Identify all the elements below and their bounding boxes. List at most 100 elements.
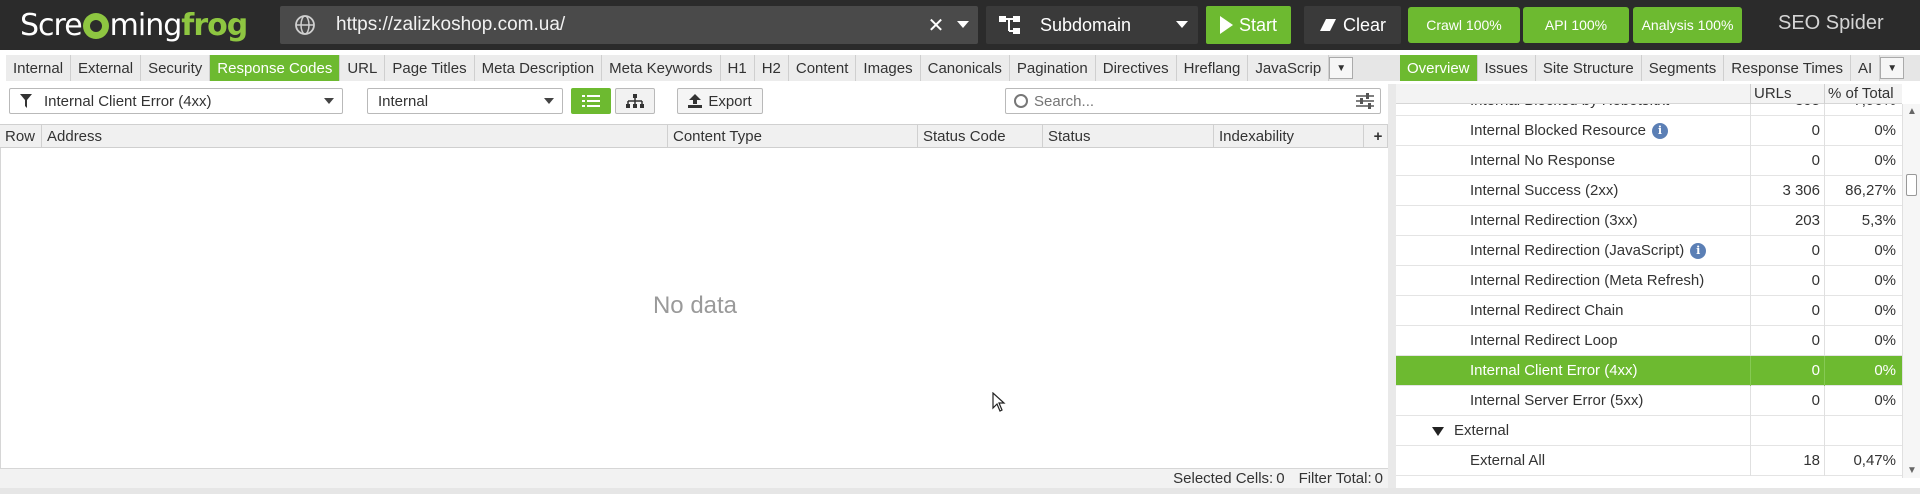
crawl-mode-select[interactable]: Subdomain xyxy=(986,6,1198,44)
tab-h1[interactable]: H1 xyxy=(720,55,755,81)
tab-content[interactable]: Content xyxy=(788,55,857,81)
column-divider xyxy=(1824,416,1825,446)
logo-text: ming xyxy=(109,7,183,43)
export-icon xyxy=(688,94,703,108)
overview-row[interactable]: Internal Blocked by Robots.txt 305 7,96% xyxy=(1396,104,1902,116)
overview-tree: Internal Blocked by Robots.txt3057,96%In… xyxy=(1396,104,1902,478)
tab-site-structure[interactable]: Site Structure xyxy=(1535,55,1642,81)
column-header[interactable]: Status Code xyxy=(918,125,1043,147)
scope-dropdown[interactable]: Internal xyxy=(367,88,563,114)
search-input[interactable] xyxy=(1034,92,1356,110)
chevron-down-icon xyxy=(1176,21,1188,28)
tab-issues[interactable]: Issues xyxy=(1477,55,1536,81)
overview-row[interactable]: Internal Success (2xx) 3 306 86,27% xyxy=(1396,176,1902,206)
tab-meta-description[interactable]: Meta Description xyxy=(474,55,603,81)
overview-row[interactable]: Internal Redirect Loop 0 0% xyxy=(1396,326,1902,356)
bottom-border xyxy=(0,488,1920,494)
row-percent: 0% xyxy=(1874,332,1896,349)
row-urls-count: 0 xyxy=(1811,152,1820,169)
tab-segments[interactable]: Segments xyxy=(1641,55,1725,81)
overview-row[interactable]: Internal Redirect Chain 0 0% xyxy=(1396,296,1902,326)
search-options-icon[interactable] xyxy=(1356,93,1374,109)
tab-javascrip[interactable]: JavaScrip xyxy=(1248,55,1330,81)
mouse-pointer-icon xyxy=(992,392,1006,412)
clear-url-icon[interactable]: ✕ xyxy=(924,13,948,38)
overview-row-label: Internal Blocked by Robots.txt xyxy=(1470,104,1669,109)
url-history-dropdown[interactable] xyxy=(948,6,978,44)
info-icon[interactable]: i xyxy=(1690,242,1707,259)
top-toolbar: Scre ming frog https://zalizkoshop.com.ua/… xyxy=(0,0,1920,50)
percent-column-header[interactable]: % of Total xyxy=(1828,85,1894,102)
overview-row-label: External xyxy=(1454,422,1509,439)
url-input[interactable]: https://zalizkoshop.com.ua/ xyxy=(336,14,924,36)
overview-scrollbar[interactable]: ▲ ▼ xyxy=(1902,104,1920,478)
overview-row[interactable]: Internal Server Error (5xx) 0 0% xyxy=(1396,386,1902,416)
export-button[interactable]: Export xyxy=(677,88,763,114)
column-header[interactable]: Content Type xyxy=(668,125,918,147)
tab-pagination[interactable]: Pagination xyxy=(1009,55,1096,81)
tab-h2[interactable]: H2 xyxy=(754,55,789,81)
tab-url[interactable]: URL xyxy=(340,55,386,81)
tab-response-times[interactable]: Response Times xyxy=(1724,55,1852,81)
add-column-button[interactable]: + xyxy=(1364,125,1388,147)
tab-response-codes[interactable]: Response Codes xyxy=(210,55,341,81)
overview-row[interactable]: Internal Client Error (4xx) 0 0% xyxy=(1396,356,1902,386)
tab-images[interactable]: Images xyxy=(856,55,921,81)
row-urls-count: 0 xyxy=(1811,392,1820,409)
empty-message: No data xyxy=(652,292,738,319)
right-tab-bar: Overview Issues Site Structure Segments Resp… xyxy=(1400,55,1920,81)
scroll-up-icon[interactable]: ▲ xyxy=(1907,106,1917,117)
row-urls-count: 0 xyxy=(1811,302,1820,319)
tab-internal[interactable]: Internal xyxy=(6,55,72,81)
tab-ai[interactable]: AI xyxy=(1851,55,1881,81)
overview-row[interactable]: Internal Blocked Resource i 0 0% xyxy=(1396,116,1902,146)
tab-meta-keywords[interactable]: Meta Keywords xyxy=(602,55,721,81)
row-label-text: External All xyxy=(1470,452,1546,469)
row-label-text: Internal Redirect Chain xyxy=(1470,302,1624,319)
tab-overview[interactable]: Overview xyxy=(1400,55,1478,81)
expand-triangle-icon[interactable] xyxy=(1432,427,1444,436)
tab-directives[interactable]: Directives xyxy=(1095,55,1177,81)
column-header[interactable]: Row xyxy=(0,125,42,147)
tab-external[interactable]: External xyxy=(71,55,142,81)
column-header[interactable]: Status xyxy=(1043,125,1214,147)
overview-row-label: Internal Success (2xx) xyxy=(1470,182,1618,199)
row-percent: 0% xyxy=(1874,392,1896,409)
column-divider xyxy=(1750,84,1751,104)
filter-dropdown[interactable]: Internal Client Error (4xx) xyxy=(9,88,343,114)
more-tabs-button[interactable]: ▼ xyxy=(1880,57,1905,79)
tab-page-titles[interactable]: Page Titles xyxy=(385,55,475,81)
clear-button[interactable]: Clear xyxy=(1304,6,1401,44)
overview-group-row[interactable]: External xyxy=(1396,416,1902,446)
pane-splitter[interactable] xyxy=(1388,84,1396,488)
crawl-progress: Crawl 100% xyxy=(1408,7,1520,43)
tab-security[interactable]: Security xyxy=(141,55,211,81)
scroll-down-icon[interactable]: ▼ xyxy=(1907,465,1917,476)
site-tree-icon xyxy=(999,16,1020,34)
overview-row-label: Internal Redirection (JavaScript) i xyxy=(1470,242,1707,259)
overview-row[interactable]: Internal Redirection (3xx) 203 5,3% xyxy=(1396,206,1902,236)
tree-view-button[interactable] xyxy=(615,88,655,114)
overview-row-label: Internal Redirect Loop xyxy=(1470,332,1618,349)
overview-row[interactable]: External All 18 0,47% xyxy=(1396,446,1902,476)
urls-column-header[interactable]: URLs xyxy=(1754,85,1792,102)
chevron-down-icon xyxy=(324,98,334,104)
column-header[interactable]: Indexability xyxy=(1214,125,1364,147)
row-label-text: Internal No Response xyxy=(1470,152,1616,169)
list-view-button[interactable] xyxy=(571,88,611,114)
column-header[interactable]: Address xyxy=(42,125,668,147)
url-bar[interactable]: https://zalizkoshop.com.ua/ ✕ xyxy=(280,6,978,44)
column-divider xyxy=(1750,416,1751,446)
results-table[interactable]: No data xyxy=(0,148,1388,468)
overview-row[interactable]: Internal Redirection (Meta Refresh) 0 0% xyxy=(1396,266,1902,296)
start-button[interactable]: Start xyxy=(1206,6,1291,44)
more-tabs-button[interactable]: ▼ xyxy=(1329,57,1354,79)
api-progress: API 100% xyxy=(1523,7,1629,43)
tab-canonicals[interactable]: Canonicals xyxy=(920,55,1010,81)
scrollbar-thumb[interactable] xyxy=(1906,174,1917,196)
overview-row[interactable]: Internal Redirection (JavaScript) i 0 0% xyxy=(1396,236,1902,266)
tab-hreflang[interactable]: Hreflang xyxy=(1176,55,1249,81)
search-box[interactable] xyxy=(1005,88,1381,114)
info-icon[interactable]: i xyxy=(1651,122,1668,139)
overview-row[interactable]: Internal No Response 0 0% xyxy=(1396,146,1902,176)
